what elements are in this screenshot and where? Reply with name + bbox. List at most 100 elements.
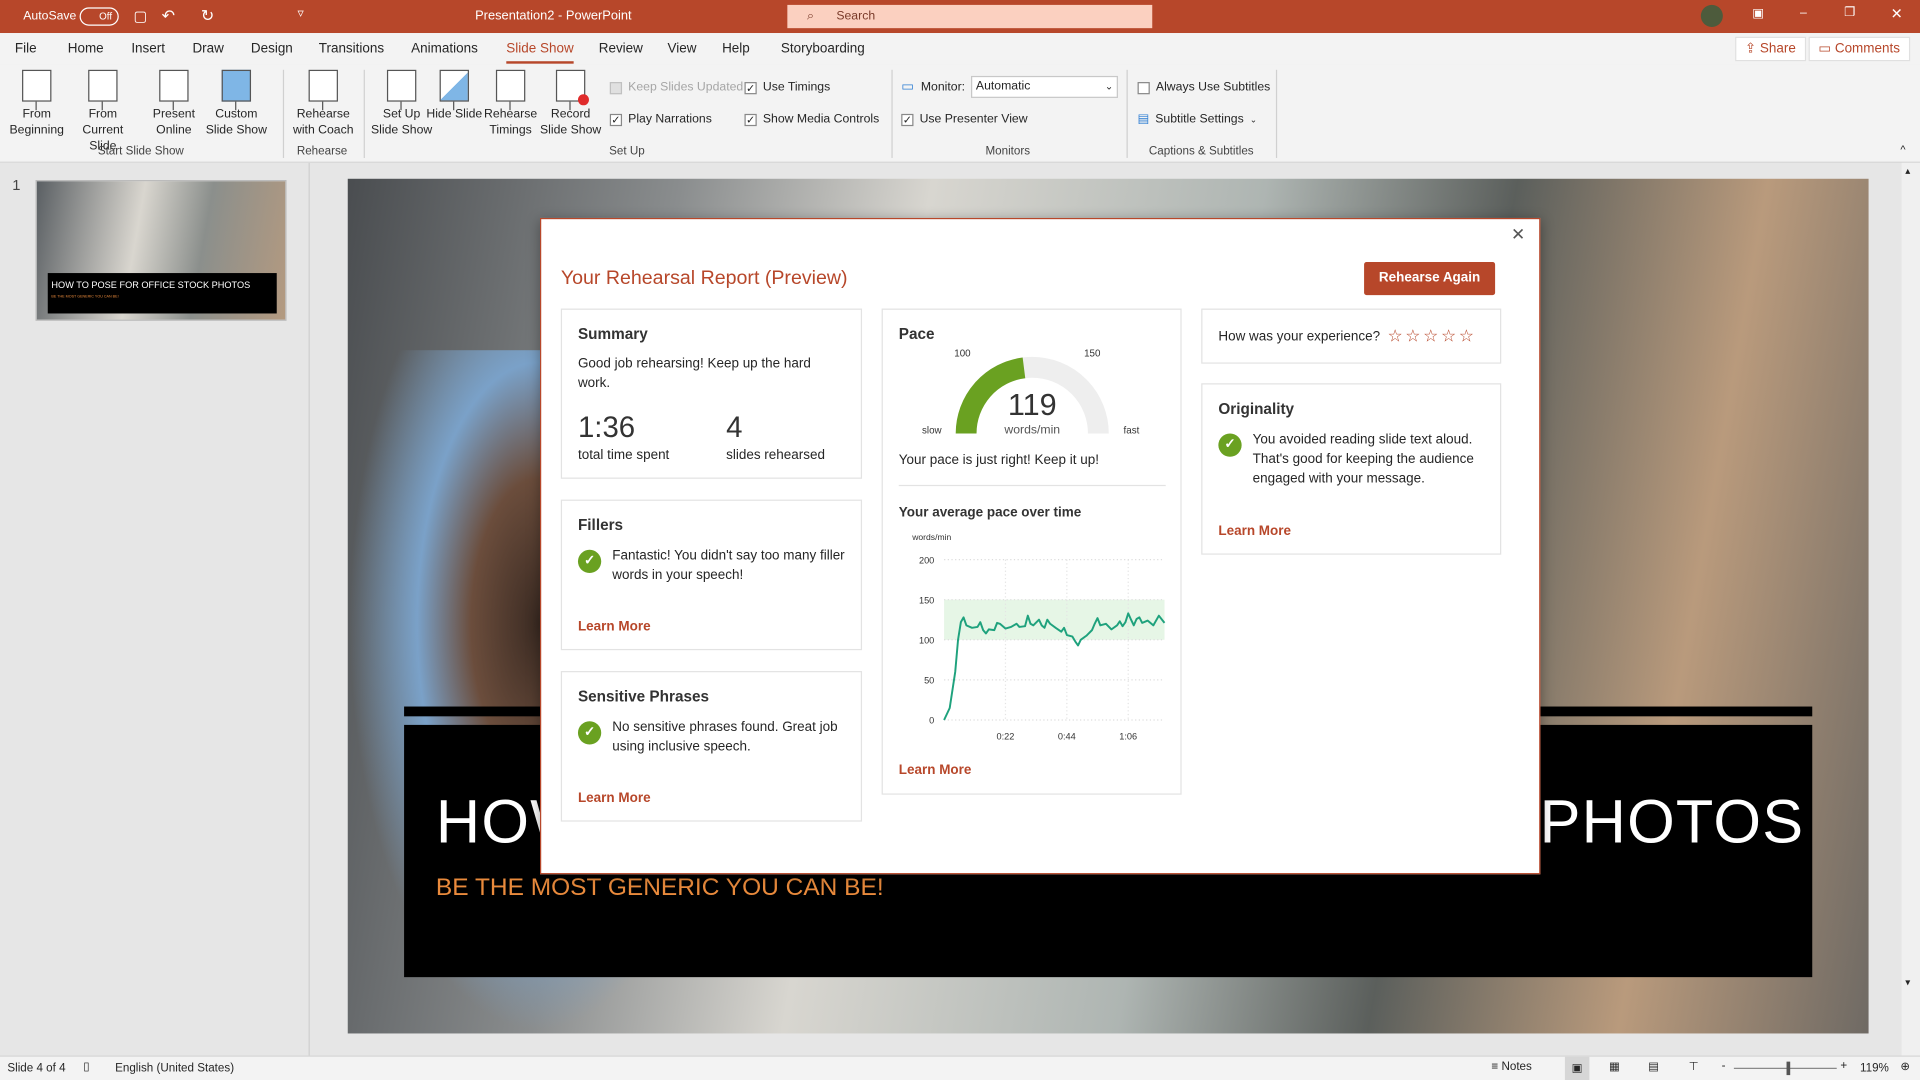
play-narrations-checkbox[interactable]: ✓ Play Narrations bbox=[609, 113, 712, 126]
zoom-level[interactable]: 119% bbox=[1860, 1062, 1889, 1075]
zoom-out-button[interactable]: - bbox=[1722, 1059, 1726, 1072]
notes-button[interactable]: ≡ Notes bbox=[1491, 1060, 1531, 1073]
tab-animations[interactable]: Animations bbox=[411, 42, 478, 57]
zoom-slider-thumb[interactable] bbox=[1786, 1061, 1791, 1076]
pace-gauge: 100 150 slow fast 119 words/min bbox=[922, 348, 1140, 436]
custom-slide-show-button[interactable]: Custom Slide Show bbox=[203, 69, 269, 139]
checkbox-box bbox=[609, 81, 623, 94]
slideshow-view-icon[interactable]: ⊤ bbox=[1689, 1060, 1699, 1073]
button-label: Subtitle Settings bbox=[1155, 112, 1244, 127]
timer-icon bbox=[495, 69, 526, 111]
zoom-in-button[interactable]: + bbox=[1840, 1059, 1847, 1072]
pace-learn-more-link[interactable]: Learn More bbox=[899, 763, 972, 778]
y-tick-label: 200 bbox=[919, 555, 934, 565]
tab-storyboarding[interactable]: Storyboarding bbox=[781, 42, 865, 57]
rehearse-timings-button[interactable]: Rehearse Timings bbox=[478, 69, 544, 139]
slide-sorter-icon[interactable]: ▦ bbox=[1609, 1060, 1620, 1073]
reading-view-icon[interactable]: ▤ bbox=[1648, 1060, 1659, 1073]
pace-value: 119 bbox=[1008, 388, 1057, 422]
redo-icon[interactable]: ↻ bbox=[201, 6, 214, 26]
tab-file[interactable]: File bbox=[15, 42, 37, 57]
normal-view-icon[interactable]: ▣ bbox=[1564, 1056, 1590, 1080]
star-icon-3[interactable]: ☆ bbox=[1423, 326, 1438, 347]
checkbox-box: ✓ bbox=[901, 113, 914, 126]
tab-draw[interactable]: Draw bbox=[192, 42, 223, 57]
tab-transitions[interactable]: Transitions bbox=[319, 42, 384, 57]
comments-label: Comments bbox=[1834, 41, 1900, 57]
save-icon[interactable]: ▢ bbox=[133, 7, 147, 24]
share-button[interactable]: ⇪ Share bbox=[1735, 36, 1806, 62]
close-window-button[interactable]: ✕ bbox=[1891, 5, 1903, 22]
language-status[interactable]: English (United States) bbox=[115, 1062, 234, 1075]
tab-insert[interactable]: Insert bbox=[131, 42, 165, 57]
star-icon-1[interactable]: ☆ bbox=[1387, 326, 1402, 347]
scroll-up-icon[interactable]: ▴ bbox=[1905, 165, 1910, 176]
ribbon-display-icon[interactable]: ▣ bbox=[1752, 7, 1764, 20]
search-input[interactable]: ⌕ Search bbox=[787, 4, 1153, 29]
checkmark-icon: ✓ bbox=[577, 549, 602, 574]
fillers-learn-more-link[interactable]: Learn More bbox=[578, 620, 651, 635]
fit-to-window-icon[interactable]: ⊕ bbox=[1900, 1060, 1910, 1073]
tab-home[interactable]: Home bbox=[68, 42, 104, 57]
monitor-label: Monitor: bbox=[920, 80, 966, 95]
star-icon-4[interactable]: ☆ bbox=[1441, 326, 1456, 347]
autosave-toggle[interactable]: Off bbox=[79, 7, 119, 26]
tab-design[interactable]: Design bbox=[251, 42, 293, 57]
checkbox-label: Keep Slides Updated bbox=[628, 80, 744, 95]
document-title: Presentation2 - PowerPoint bbox=[475, 8, 632, 24]
show-media-controls-checkbox[interactable]: ✓ Show Media Controls bbox=[744, 113, 879, 126]
spelling-icon[interactable]: ▯ bbox=[83, 1060, 89, 1073]
tab-slide-show[interactable]: Slide Show bbox=[506, 42, 574, 64]
tab-review[interactable]: Review bbox=[599, 42, 643, 57]
comments-button[interactable]: ▭ Comments bbox=[1808, 36, 1910, 62]
monitor-icon: ▭ bbox=[901, 79, 914, 95]
use-presenter-view-checkbox[interactable]: ✓ Use Presenter View bbox=[901, 113, 1028, 126]
keep-slides-updated-checkbox[interactable]: Keep Slides Updated bbox=[609, 80, 744, 95]
undo-icon[interactable]: ↶ bbox=[162, 6, 175, 26]
y-tick-label: 150 bbox=[919, 595, 934, 605]
rehearse-again-button[interactable]: Rehearse Again bbox=[1364, 262, 1496, 296]
star-icon-5[interactable]: ☆ bbox=[1459, 326, 1474, 347]
ribbon: From Beginning From Current Slide Presen… bbox=[0, 64, 1920, 163]
sensitive-learn-more-link[interactable]: Learn More bbox=[578, 791, 651, 806]
pace-over-time-chart: words/min 0 50 100 150 200 0:22 0:44 1:06 bbox=[911, 532, 1166, 742]
close-dialog-button[interactable]: ✕ bbox=[1511, 224, 1525, 245]
minimize-button[interactable]: – bbox=[1800, 6, 1807, 19]
always-use-subtitles-checkbox[interactable]: Always Use Subtitles bbox=[1137, 81, 1270, 94]
notes-label: Notes bbox=[1501, 1060, 1532, 1074]
collapse-ribbon-icon[interactable]: ^ bbox=[1900, 143, 1905, 155]
divider bbox=[363, 69, 365, 158]
monitor-dropdown[interactable]: Automatic ⌄ bbox=[971, 75, 1118, 98]
record-slide-show-button[interactable]: Record Slide Show bbox=[538, 69, 604, 139]
avatar[interactable] bbox=[1700, 4, 1723, 27]
checkbox-box: ✓ bbox=[744, 113, 757, 126]
fillers-message: Fantastic! You didn't say too many fille… bbox=[612, 548, 845, 583]
autosave-label: AutoSave bbox=[23, 9, 77, 24]
slide-thumbnail[interactable]: HOW TO POSE FOR OFFICE STOCK PHOTOS BE T… bbox=[35, 180, 287, 321]
tab-help[interactable]: Help bbox=[722, 42, 750, 57]
autosave-state: Off bbox=[99, 11, 113, 23]
rehearse-with-coach-button[interactable]: Rehearse with Coach bbox=[290, 69, 356, 139]
scroll-down-icon[interactable]: ▾ bbox=[1905, 977, 1910, 988]
divider bbox=[891, 69, 893, 158]
y-tick-label: 0 bbox=[929, 716, 934, 726]
use-timings-checkbox[interactable]: ✓ Use Timings bbox=[744, 81, 830, 94]
globe-icon bbox=[159, 69, 189, 111]
card-heading: Originality bbox=[1218, 400, 1295, 418]
star-icon-2[interactable]: ☆ bbox=[1405, 326, 1420, 347]
tab-view[interactable]: View bbox=[668, 42, 697, 57]
checkmark-icon: ✓ bbox=[577, 721, 602, 745]
customize-toolbar-icon[interactable]: ▿ bbox=[298, 7, 304, 20]
pace-unit: words/min bbox=[1003, 422, 1060, 436]
button-label: Record Slide Show bbox=[539, 107, 602, 138]
vertical-scrollbar[interactable]: ▴ ▾ bbox=[1901, 162, 1920, 1056]
subtitle-settings-button[interactable]: ▤ Subtitle Settings ⌄ bbox=[1138, 113, 1258, 126]
zoom-slider[interactable] bbox=[1733, 1061, 1837, 1076]
originality-learn-more-link[interactable]: Learn More bbox=[1218, 524, 1291, 539]
experience-question: How was your experience? bbox=[1218, 328, 1381, 344]
restore-button[interactable]: ❐ bbox=[1844, 6, 1855, 19]
present-online-button[interactable]: Present Online bbox=[141, 69, 207, 139]
from-beginning-button[interactable]: From Beginning bbox=[4, 69, 70, 139]
from-current-slide-button[interactable]: From Current Slide bbox=[70, 69, 136, 154]
button-label: From Beginning bbox=[9, 107, 64, 138]
